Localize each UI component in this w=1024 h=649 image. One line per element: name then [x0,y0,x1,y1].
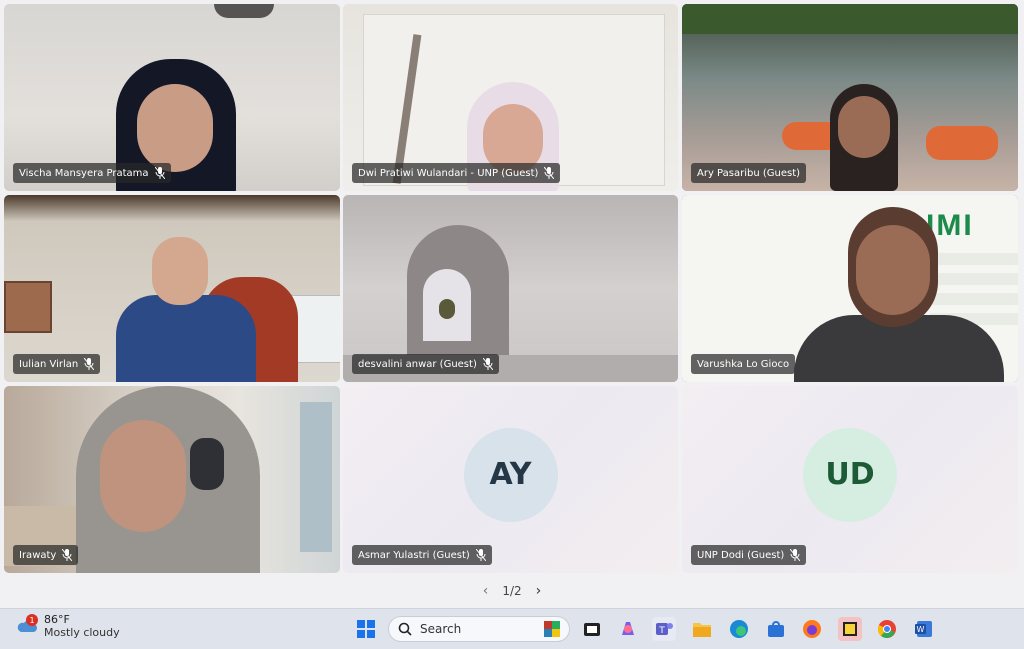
start-icon[interactable] [354,617,378,641]
widgets-icon[interactable] [580,617,604,641]
participant-name: Ary Pasaribu (Guest) [697,167,801,179]
mic-off-icon [84,358,95,370]
chrome-icon[interactable] [875,617,899,641]
svg-text:W: W [917,625,925,634]
video-tile-dwi[interactable]: Dwi Pratiwi Wulandari - UNP (Guest) [343,4,678,191]
page-indicator: 1/2 [502,584,522,598]
firefox-icon[interactable] [800,617,824,641]
video-tile-ary[interactable]: Ary Pasaribu (Guest) [682,4,1018,191]
video-tile-unp-dodi[interactable]: UD UNP Dodi (Guest) [682,386,1018,573]
avatar-initials: UD [825,457,875,492]
svg-text:T: T [658,626,665,636]
avatar: AY [463,427,558,522]
mic-off-icon [544,167,555,179]
participant-name-tag: Ary Pasaribu (Guest) [691,163,807,183]
search-icon [398,622,412,636]
weather-condition: Mostly cloudy [44,626,120,639]
participant-name-tag: UNP Dodi (Guest) [691,545,807,565]
taskbar-search-box[interactable]: Search [388,616,570,642]
windows-taskbar: 1 86°F Mostly cloudy Search T W [0,608,1024,649]
notification-badge: 1 [26,614,38,626]
file-explorer-icon[interactable] [690,617,714,641]
search-label: Search [420,622,462,636]
participant-name-tag: desvalini anwar (Guest) [352,354,499,374]
next-page-button[interactable]: › [536,583,542,599]
video-tile-asmar[interactable]: AY Asmar Yulastri (Guest) [343,386,678,573]
mic-off-icon [62,549,73,561]
search-highlight-icon [543,620,561,638]
participant-name-tag: Vischa Mansyera Pratama [13,163,171,183]
participant-name-tag: Asmar Yulastri (Guest) [352,545,492,565]
video-tile-vischa[interactable]: Vischa Mansyera Pratama [4,4,340,191]
video-tile-irawaty[interactable]: Irawaty [4,386,340,573]
participant-name: Varushka Lo Gioco [697,358,790,370]
video-tile-desvalini[interactable]: desvalini anwar (Guest) [343,195,678,382]
participant-name-tag: Iulian Virlan [13,354,101,374]
weather-temperature: 86°F [44,613,70,626]
participant-name: Vischa Mansyera Pratama [19,167,149,179]
cloud-icon: 1 [16,614,38,634]
video-tile-varushka[interactable]: IMI Varushka Lo Gioco [682,195,1018,382]
participant-name-tag: Dwi Pratiwi Wulandari - UNP (Guest) [352,163,561,183]
mic-off-icon [482,358,493,370]
copilot-icon[interactable] [616,617,640,641]
sticky-notes-icon[interactable] [838,617,862,641]
gallery-pager: ‹ 1/2 › [0,580,1024,602]
weather-widget[interactable]: 1 86°F Mostly cloudy [16,613,120,639]
store-icon[interactable] [764,617,788,641]
participant-name: Dwi Pratiwi Wulandari - UNP (Guest) [358,167,539,179]
previous-page-button[interactable]: ‹ [483,583,489,599]
mic-off-icon [154,167,165,179]
participant-name: Irawaty [19,549,57,561]
participant-name: UNP Dodi (Guest) [697,549,785,561]
participant-name: desvalini anwar (Guest) [358,358,477,370]
participant-name-tag: Irawaty [13,545,79,565]
participant-name: Asmar Yulastri (Guest) [358,549,470,561]
mic-off-icon [475,549,486,561]
avatar: UD [803,427,897,522]
participant-name-tag: Varushka Lo Gioco [691,354,796,374]
mic-off-icon [790,549,801,561]
video-tile-iulian[interactable]: Iulian Virlan [4,195,340,382]
teams-icon[interactable]: T [652,617,676,641]
participant-name: Iulian Virlan [19,358,79,370]
edge-icon[interactable] [727,617,751,641]
avatar-initials: AY [489,457,532,492]
word-icon[interactable]: W [912,617,936,641]
